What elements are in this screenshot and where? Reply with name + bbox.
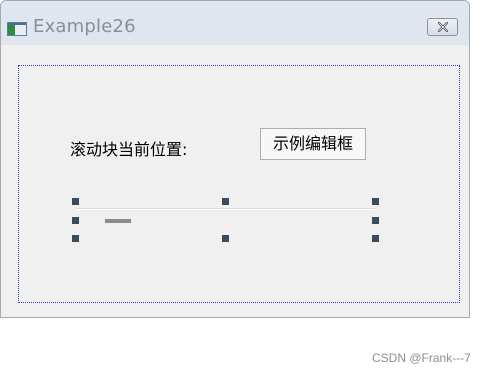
title-bar[interactable]: Example26 [1, 1, 469, 45]
resize-handle-top-left[interactable] [72, 198, 79, 205]
page: Example26 滚动块当前位置: 示例编辑框 CSDN @Frank---7 [0, 0, 495, 376]
resize-handle-bottom-center[interactable] [222, 235, 229, 242]
resize-handle-bottom-right[interactable] [372, 235, 379, 242]
window-title: Example26 [33, 16, 136, 37]
client-area: 滚动块当前位置: 示例编辑框 [1, 45, 469, 317]
slider-position-label: 滚动块当前位置: [70, 140, 188, 159]
dialog-window: Example26 滚动块当前位置: 示例编辑框 [0, 0, 470, 318]
focus-rectangle [18, 65, 460, 303]
app-window-icon [7, 22, 27, 36]
resize-handle-mid-right[interactable] [372, 217, 379, 224]
close-x-icon [437, 21, 449, 33]
resize-handle-bottom-left[interactable] [72, 235, 79, 242]
close-button[interactable] [427, 18, 458, 36]
slider-thumb[interactable] [105, 219, 131, 223]
example-edit-box-button[interactable]: 示例编辑框 [260, 128, 366, 160]
slider-track[interactable] [76, 208, 375, 210]
resize-handle-mid-left[interactable] [72, 217, 79, 224]
resize-handle-top-right[interactable] [372, 198, 379, 205]
watermark-text: CSDN @Frank---7 [372, 351, 471, 365]
resize-handle-top-center[interactable] [222, 198, 229, 205]
